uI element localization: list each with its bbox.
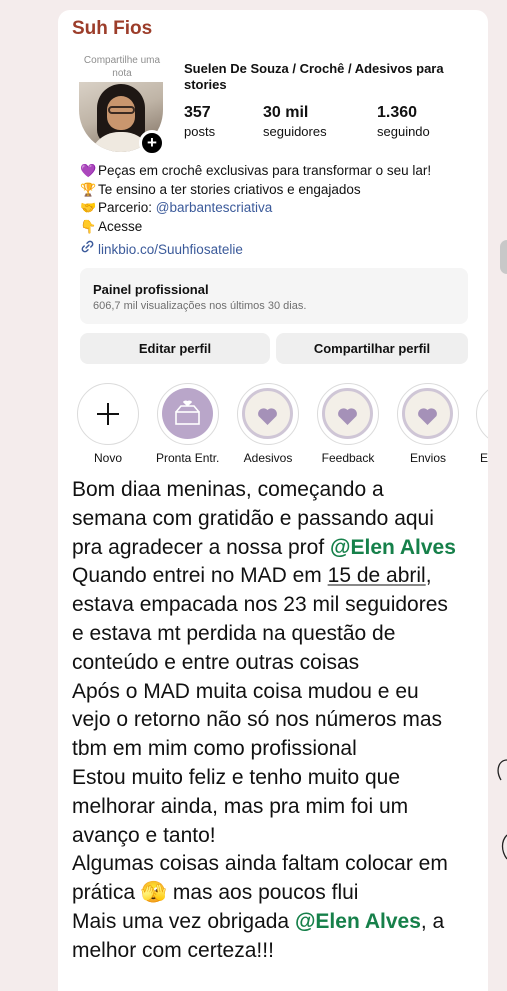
post-caption: Bom diaa meninas, começando a semana com… (72, 476, 492, 966)
bio-line: Te ensino a ter stories criativos e enga… (98, 181, 361, 197)
edit-profile-button[interactable]: Editar perfil (80, 333, 270, 364)
date-text: 15 de abril (327, 564, 426, 588)
posts-count: 357 (184, 104, 211, 121)
highlight-feedback[interactable]: Feedback (316, 383, 380, 465)
highlight-pronta-entrega[interactable]: Pronta Entr... (156, 383, 220, 465)
followers-count: 30 mil (263, 104, 309, 121)
caption-line: e estava mt perdida na questão de (72, 621, 396, 645)
followers-label: seguidores (263, 124, 327, 139)
peeking-face-icon: 🫣 (140, 881, 168, 905)
caption-line: semana com gratidão e passando aqui (72, 506, 434, 530)
followers-stat[interactable]: 30 mil seguidores (263, 104, 327, 139)
caption-line: Quando entrei no MAD em 15 de abril, (72, 564, 432, 588)
trophy-icon: 🏆 (80, 181, 97, 197)
bio: 💜 Peças em crochê exclusivas para transfo… (80, 163, 480, 258)
dashboard-title: Painel profissional (93, 282, 209, 297)
following-label: seguindo (377, 124, 430, 139)
professional-dashboard[interactable]: Painel profissional 606,7 mil visualizaç… (80, 268, 468, 324)
highlight-label: Envios (409, 451, 447, 465)
pointing-down-icon: 👇 (80, 218, 97, 234)
highlight-label: Adesivos (243, 451, 293, 465)
share-profile-button[interactable]: Compartilhar perfil (276, 333, 468, 364)
following-count: 1.360 (377, 104, 418, 121)
heart-icon (322, 388, 373, 439)
heart-icon (402, 388, 453, 439)
dashboard-subtitle: 606,7 mil visualizações nos últimos 30 d… (93, 300, 307, 312)
caption-line: Algumas coisas ainda faltam colocar em (72, 852, 448, 876)
highlight-partial[interactable]: E (476, 383, 488, 465)
bio-external-link[interactable]: linkbio.co/Suuhfiosatelie (98, 242, 243, 257)
caption-line: Bom diaa meninas, começando a (72, 478, 384, 501)
bio-line: Parcerio: (98, 200, 156, 215)
caption-line: estava empacada nos 23 mil seguidores (72, 593, 448, 617)
bio-line: Acesse (98, 218, 143, 234)
highlight-label: Pronta Entr... (156, 451, 220, 465)
full-name: Suelen De Souza / Crochê / Adesivos para… (184, 61, 444, 92)
caption-line: Mais uma vez obrigada @Elen Alves, a (72, 909, 445, 933)
highlight-label: E (480, 451, 488, 465)
posts-label: posts (184, 124, 216, 139)
bio-mention-link[interactable]: @barbantescriativa (156, 200, 273, 215)
caption-line: melhor com certeza!!! (72, 938, 274, 962)
mention-link[interactable]: @Elen Alves (295, 910, 421, 933)
caption-line: melhorar ainda, mas pra mim foi um (72, 794, 409, 818)
side-scroll-handle[interactable] (500, 240, 507, 274)
mention-link[interactable]: @Elen Alves (330, 536, 456, 559)
bio-line: Peças em crochê exclusivas para transfor… (98, 163, 432, 178)
side-decoration (497, 759, 507, 860)
caption-line: vejo o retorno não só nos números mas (72, 708, 443, 732)
highlight-label: Novo (93, 451, 122, 465)
share-note-bubble[interactable]: Compartilhe uma nota (83, 54, 161, 80)
highlight-new[interactable]: Novo (76, 383, 140, 465)
caption-line: conteúdo e entre outras coisas (72, 650, 360, 674)
highlight-envios[interactable]: Envios (396, 383, 460, 465)
profile-username[interactable]: Suh Fios (72, 18, 152, 40)
handshake-icon: 🤝 (80, 200, 97, 215)
link-icon (80, 239, 98, 257)
plus-icon (96, 402, 119, 425)
caption-line: tbm em mim como profissional (72, 737, 357, 761)
highlight-label: Feedback (321, 451, 375, 465)
following-stat[interactable]: 1.360 seguindo (377, 104, 430, 139)
highlight-adesivos[interactable]: Adesivos (236, 383, 300, 465)
caption-line: Após o MAD muita coisa mudou e eu (72, 679, 419, 703)
caption-line: prática 🫣 mas aos poucos flui (72, 881, 359, 905)
gift-box-icon (162, 388, 213, 439)
caption-line: pra agradecer a nossa prof @Elen Alves (72, 535, 456, 559)
add-story-icon[interactable]: + (139, 130, 165, 156)
posts-stat[interactable]: 357 posts (184, 104, 215, 139)
heart-icon (242, 388, 293, 439)
purple-heart-icon: 💜 (80, 163, 97, 178)
caption-line: avanço e tanto! (72, 823, 216, 847)
caption-line: Estou muito feliz e tenho muito que (72, 765, 401, 789)
